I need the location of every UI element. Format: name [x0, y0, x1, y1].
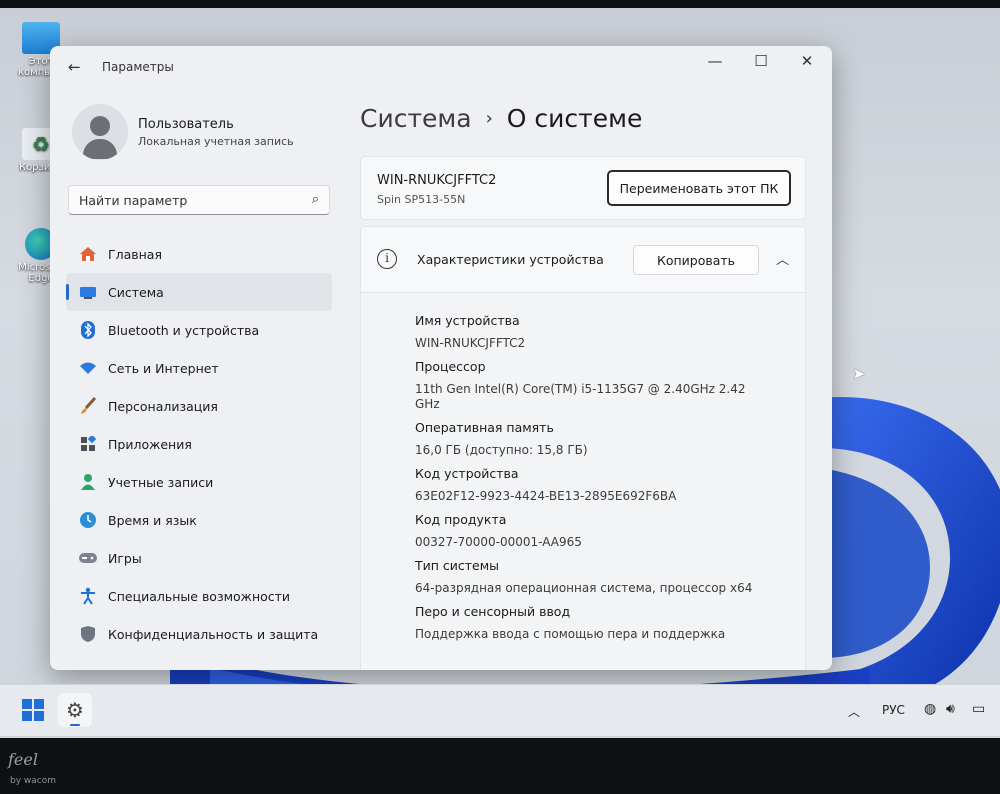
bezel-logo: feel — [8, 750, 38, 769]
close-button[interactable]: ✕ — [792, 52, 822, 70]
chevron-up-icon[interactable]: ︿ — [776, 249, 789, 268]
chevron-right-icon: › — [485, 108, 493, 129]
spec-label: Имя устройства — [415, 313, 520, 328]
language-indicator[interactable]: РУС — [882, 703, 905, 717]
bluetooth-icon — [78, 320, 98, 340]
spec-label: Тип системы — [415, 558, 500, 573]
gamepad-icon — [78, 548, 98, 568]
spec-label: Код продукта — [415, 512, 507, 527]
pc-model: Spin SP513-55N — [377, 193, 466, 206]
title-bar: ← Параметры — ☐ ✕ — [50, 46, 832, 86]
sidebar-item-accounts[interactable]: Учетные записи — [66, 463, 332, 501]
search-icon: ⌕ — [311, 192, 319, 207]
spec-value: WIN-RNUKCJFFTC2 — [415, 336, 526, 350]
sidebar-item-gaming[interactable]: Игры — [66, 539, 332, 577]
copy-button[interactable]: Копировать — [633, 245, 759, 275]
spec-value: 64-разрядная операционная система, проце… — [415, 581, 753, 595]
sidebar-item-time-language[interactable]: Время и язык — [66, 501, 332, 539]
accounts-icon — [78, 472, 98, 492]
minimize-button[interactable]: — — [700, 52, 730, 70]
sidebar-item-network[interactable]: Сеть и Интернет — [66, 349, 332, 387]
globe-icon[interactable]: ◍ — [924, 701, 936, 717]
system-icon — [78, 282, 98, 302]
info-icon: i — [377, 249, 397, 269]
sidebar-nav: Главная Система Bluetooth и устройства С… — [66, 235, 332, 653]
taskbar-settings-gear-icon[interactable]: ⚙ — [58, 693, 92, 727]
sidebar-item-apps[interactable]: Приложения — [66, 425, 332, 463]
sidebar-item-accessibility[interactable]: Специальные возможности — [66, 577, 332, 615]
window-title: Параметры — [102, 60, 174, 74]
rename-pc-button[interactable]: Переименовать этот ПК — [607, 170, 791, 206]
device-specs-card: i Характеристики устройства Копировать ︿… — [360, 226, 806, 670]
maximize-button[interactable]: ☐ — [746, 52, 776, 70]
search-placeholder: Найти параметр — [79, 193, 188, 208]
device-specs-title: Характеристики устройства — [417, 252, 604, 267]
sidebar-item-bluetooth[interactable]: Bluetooth и устройства — [66, 311, 332, 349]
home-icon — [78, 244, 98, 264]
accessibility-icon — [78, 586, 98, 606]
back-arrow-icon[interactable]: ← — [68, 58, 81, 76]
brush-icon — [78, 396, 98, 416]
mouse-cursor-icon: ➤ — [852, 364, 866, 383]
shield-icon — [78, 624, 98, 644]
specs-list: Имя устройства WIN-RNUKCJFFTC2 Процессор… — [415, 305, 795, 642]
sidebar-item-privacy[interactable]: Конфиденциальность и защита — [66, 615, 332, 653]
settings-window: ← Параметры — ☐ ✕ Пользователь Локальная… — [50, 46, 832, 670]
spec-label: Перо и сенсорный ввод — [415, 604, 571, 619]
spec-label: Процессор — [415, 359, 486, 374]
user-profile[interactable]: Пользователь Локальная учетная запись — [72, 104, 294, 160]
spec-value: 16,0 ГБ (доступно: 15,8 ГБ) — [415, 443, 588, 457]
desktop: Этот компьютер ♻ Корзина Microsoft Edge … — [0, 8, 1000, 738]
taskbar: ⚙ ︿ РУС ◍ 🔊︎ ▭ — [0, 684, 1000, 736]
spec-value: 63E02F12-9923-4424-BE13-2895E692F6BA — [415, 489, 677, 503]
apps-icon — [78, 434, 98, 454]
spec-value: Поддержка ввода с помощью пера и поддерж… — [415, 627, 726, 641]
user-name: Пользователь — [138, 116, 234, 132]
breadcrumb: Система › О системе — [360, 104, 642, 133]
start-button[interactable] — [22, 699, 44, 721]
sidebar-item-personalization[interactable]: Персонализация — [66, 387, 332, 425]
time-language-icon — [78, 510, 98, 530]
wifi-icon — [78, 358, 98, 378]
device-specs-header[interactable]: i Характеристики устройства Копировать ︿ — [361, 227, 805, 293]
spec-value: 11th Gen Intel(R) Core(TM) i5-1135G7 @ 2… — [415, 382, 746, 411]
battery-icon[interactable]: ▭ — [972, 701, 985, 717]
spec-label: Код устройства — [415, 466, 519, 481]
sidebar-item-system[interactable]: Система — [66, 273, 332, 311]
tray-chevron-up-icon[interactable]: ︿ — [848, 703, 860, 720]
spec-value: 00327-70000-00001-AA965 — [415, 535, 582, 549]
avatar — [72, 104, 128, 160]
account-type: Локальная учетная запись — [138, 134, 294, 148]
pc-name: WIN-RNUKCJFFTC2 — [377, 173, 497, 188]
pc-name-card: WIN-RNUKCJFFTC2 Spin SP513-55N Переимено… — [360, 156, 806, 220]
bezel-sub: by wacom — [10, 776, 56, 786]
volume-icon[interactable]: 🔊︎ — [946, 701, 955, 717]
search-input[interactable]: Найти параметр ⌕ — [68, 185, 330, 215]
page-title: О системе — [506, 104, 643, 133]
sidebar-item-home[interactable]: Главная — [66, 235, 332, 273]
spec-label: Оперативная память — [415, 420, 554, 435]
breadcrumb-parent[interactable]: Система — [360, 104, 472, 133]
